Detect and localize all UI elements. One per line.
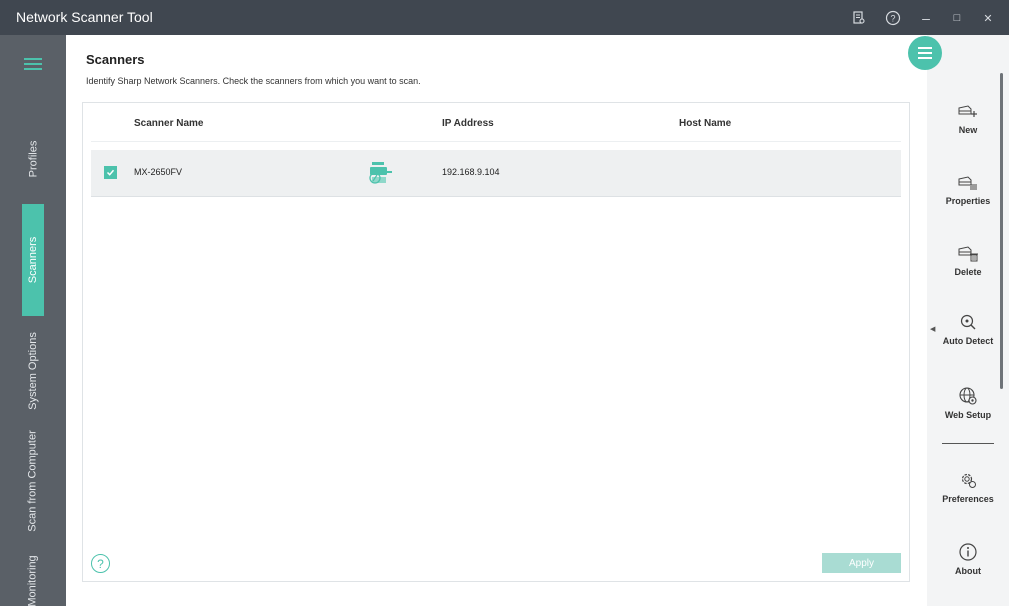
delete-label: Delete: [954, 267, 982, 277]
tab-label: Monitoring: [27, 555, 40, 606]
preferences-label: Preferences: [942, 494, 994, 504]
web-setup-label: Web Setup: [944, 410, 992, 420]
network-scanner-icon: [367, 161, 393, 190]
document-key-glyph: [853, 11, 865, 24]
tab-label: Scanners: [27, 236, 40, 284]
tab-label: Profiles: [27, 140, 39, 178]
about-label: About: [955, 566, 981, 576]
left-nav: Profiles Scanners System Options Scan fr…: [0, 35, 66, 606]
delete-button[interactable]: Delete: [927, 242, 1009, 277]
close-button[interactable]: ✕: [978, 8, 998, 28]
checkmark-icon: [106, 169, 115, 176]
action-panel: ◀ New Properties Delete Auto Detect Web …: [927, 35, 1009, 606]
header-ip-address[interactable]: IP Address: [442, 118, 494, 129]
properties-button[interactable]: Properties: [927, 171, 1009, 206]
tab-label: System Options: [27, 331, 40, 410]
gear-icon: [961, 473, 976, 488]
preferences-button[interactable]: Preferences: [927, 469, 1009, 504]
tab-profiles[interactable]: Profiles: [22, 117, 44, 201]
window-title: Network Scanner Tool: [16, 9, 153, 25]
scanner-checkbox[interactable]: [104, 166, 117, 179]
maximize-button[interactable]: □: [947, 8, 967, 28]
auto-detect-label: Auto Detect: [942, 336, 994, 346]
tab-scan-from-computer[interactable]: Scan from Computer: [22, 425, 44, 537]
auto-detect-icon: [960, 314, 976, 330]
tab-system-options[interactable]: System Options: [22, 320, 44, 421]
title-bar: Network Scanner Tool ? – □ ✕: [0, 0, 1009, 35]
tab-scanners[interactable]: Scanners: [22, 204, 44, 316]
globe-settings-icon: [959, 387, 977, 405]
new-button[interactable]: New: [927, 100, 1009, 135]
new-label: New: [958, 125, 978, 135]
scanner-name-cell: MX-2650FV: [134, 167, 183, 177]
network-scanner-glyph: [369, 162, 392, 184]
properties-label: Properties: [945, 196, 991, 206]
header-host-name[interactable]: Host Name: [679, 118, 731, 129]
page-title: Scanners: [86, 52, 145, 67]
ip-address-cell: 192.168.9.104: [442, 167, 500, 177]
help-circle-glyph: ?: [885, 10, 901, 26]
header-divider: [91, 141, 901, 142]
page-description: Identify Sharp Network Scanners. Check t…: [86, 76, 421, 86]
table-row[interactable]: MX-2650FV 192.168.9.104: [91, 150, 901, 197]
svg-text:?: ?: [890, 14, 895, 24]
new-scanner-icon: [958, 105, 977, 117]
tab-label: Scan from Computer: [27, 430, 40, 532]
main-content: Scanners Identify Sharp Network Scanners…: [66, 35, 927, 606]
apply-button[interactable]: Apply: [822, 553, 901, 573]
delete-icon: [958, 246, 978, 262]
header-scanner-name[interactable]: Scanner Name: [134, 118, 203, 129]
help-icon[interactable]: ?: [91, 554, 110, 573]
tab-monitoring[interactable]: Monitoring: [22, 541, 44, 606]
floating-menu-button[interactable]: [908, 36, 942, 70]
menu-icon[interactable]: [24, 58, 42, 73]
web-setup-button[interactable]: Web Setup: [927, 385, 1009, 420]
scanner-list-panel: Scanner Name IP Address Host Name MX-265…: [82, 102, 910, 582]
document-key-icon[interactable]: [849, 8, 869, 28]
minimize-button[interactable]: –: [916, 8, 936, 28]
about-button[interactable]: About: [927, 541, 1009, 576]
info-icon: [959, 543, 977, 561]
help-circle-icon[interactable]: ?: [883, 8, 903, 28]
action-divider: [942, 443, 994, 444]
properties-icon: [958, 176, 977, 190]
auto-detect-button[interactable]: Auto Detect: [927, 311, 1009, 346]
